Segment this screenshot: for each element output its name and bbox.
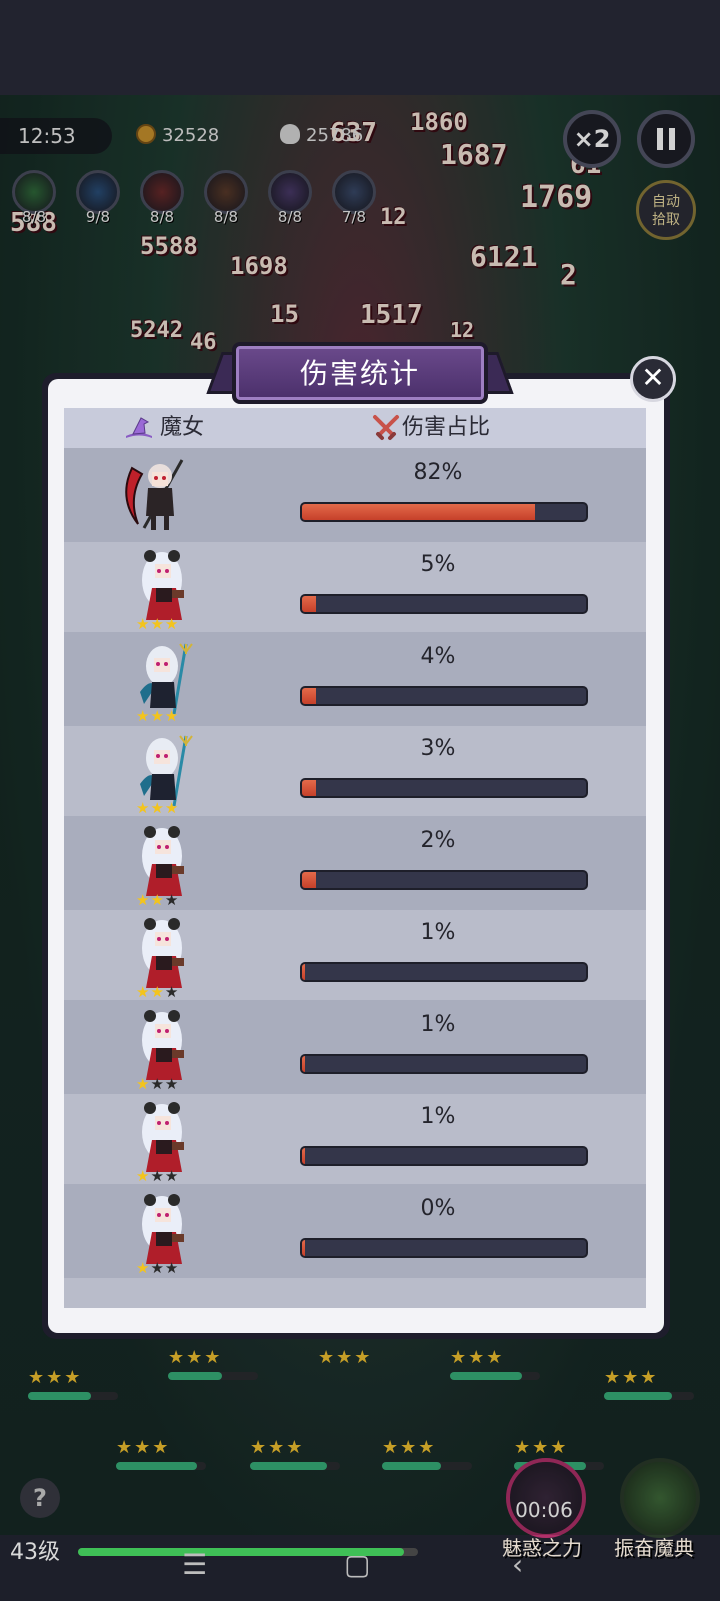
damage-percent: 1%	[420, 920, 456, 945]
damage-row: ★★★ 1%	[64, 1000, 646, 1094]
damage-row: ★★★ 4%	[64, 632, 646, 726]
damage-row: ★★★ 2%	[64, 816, 646, 910]
star-rating: ★★★	[136, 984, 179, 1000]
star-filled-icon: ★	[150, 615, 165, 633]
damage-percent: 0%	[420, 1196, 456, 1221]
star-rating: ★★★	[136, 1168, 179, 1184]
dialog-title: 伤害统计	[232, 342, 488, 404]
star-filled-icon: ★	[164, 615, 180, 633]
damage-percent: 4%	[420, 644, 456, 669]
star-filled-icon: ★	[136, 1075, 151, 1093]
damage-row: ★★★ 0%	[64, 1184, 646, 1278]
star-rating: ★★★	[136, 616, 179, 632]
star-rating: ★★★	[136, 1260, 179, 1276]
table-header: 魔女 伤害占比	[64, 408, 646, 448]
damage-bar-fill	[302, 1240, 306, 1256]
damage-row: 82%	[64, 448, 646, 542]
damage-bar	[300, 778, 588, 798]
damage-percent: 1%	[420, 1012, 456, 1037]
damage-row: ★★★ 5%	[64, 540, 646, 634]
damage-bar	[300, 962, 588, 982]
damage-bar	[300, 1238, 588, 1258]
crossed-swords-icon	[373, 415, 399, 440]
star-rating: ★★★	[136, 892, 179, 908]
star-empty-icon: ★	[150, 1167, 165, 1185]
damage-percent: 1%	[420, 1104, 456, 1129]
header-witch: 魔女	[160, 415, 205, 440]
damage-bar-fill	[302, 964, 306, 980]
star-empty-icon: ★	[164, 1167, 180, 1185]
damage-bar-fill	[302, 1148, 306, 1164]
close-button[interactable]: ✕	[630, 356, 676, 402]
damage-row: ★★★ 1%	[64, 908, 646, 1002]
star-empty-icon: ★	[164, 1259, 180, 1277]
witch-hat-icon	[126, 417, 152, 438]
star-filled-icon: ★	[150, 983, 165, 1001]
star-filled-icon: ★	[150, 707, 165, 725]
damage-percent: 82%	[413, 460, 463, 485]
damage-bar	[300, 1146, 588, 1166]
star-empty-icon: ★	[150, 1259, 165, 1277]
damage-row: ★★★ 3%	[64, 724, 646, 818]
star-filled-icon: ★	[136, 1259, 151, 1277]
back-icon[interactable]: ‹	[512, 1548, 523, 1581]
star-empty-icon: ★	[150, 1075, 165, 1093]
star-empty-icon: ★	[164, 891, 180, 909]
damage-bar-fill	[302, 872, 316, 888]
star-empty-icon: ★	[164, 983, 180, 1001]
star-filled-icon: ★	[150, 799, 165, 817]
star-filled-icon: ★	[136, 891, 151, 909]
header-damage-share: 伤害占比	[402, 415, 491, 440]
damage-bar-fill	[302, 596, 317, 612]
damage-percent: 5%	[420, 552, 456, 577]
damage-bar	[300, 594, 588, 614]
home-icon[interactable]: ▢	[344, 1548, 370, 1581]
star-rating: ★★★	[136, 708, 179, 724]
star-filled-icon: ★	[136, 983, 151, 1001]
star-filled-icon: ★	[164, 799, 180, 817]
damage-bar-fill	[302, 1056, 306, 1072]
star-filled-icon: ★	[136, 1167, 151, 1185]
damage-bar-fill	[302, 688, 316, 704]
damage-bar-fill	[302, 504, 535, 520]
star-filled-icon: ★	[136, 615, 151, 633]
damage-percent: 2%	[420, 828, 456, 853]
damage-row: ★★★ 1%	[64, 1092, 646, 1186]
damage-bar	[300, 686, 588, 706]
star-filled-icon: ★	[136, 799, 151, 817]
damage-percent: 3%	[420, 736, 456, 761]
damage-bar-fill	[302, 780, 316, 796]
star-filled-icon: ★	[136, 707, 151, 725]
menu-icon[interactable]: ☰	[182, 1548, 207, 1581]
star-rating: ★★★	[136, 800, 179, 816]
damage-bar	[300, 502, 588, 522]
status-bar	[0, 0, 720, 95]
star-filled-icon: ★	[164, 707, 180, 725]
close-icon: ✕	[641, 361, 665, 394]
damage-bar	[300, 870, 588, 890]
star-empty-icon: ★	[164, 1075, 180, 1093]
witch-avatar	[125, 458, 194, 534]
star-rating: ★★★	[136, 1076, 179, 1092]
damage-bar	[300, 1054, 588, 1074]
star-filled-icon: ★	[150, 891, 165, 909]
